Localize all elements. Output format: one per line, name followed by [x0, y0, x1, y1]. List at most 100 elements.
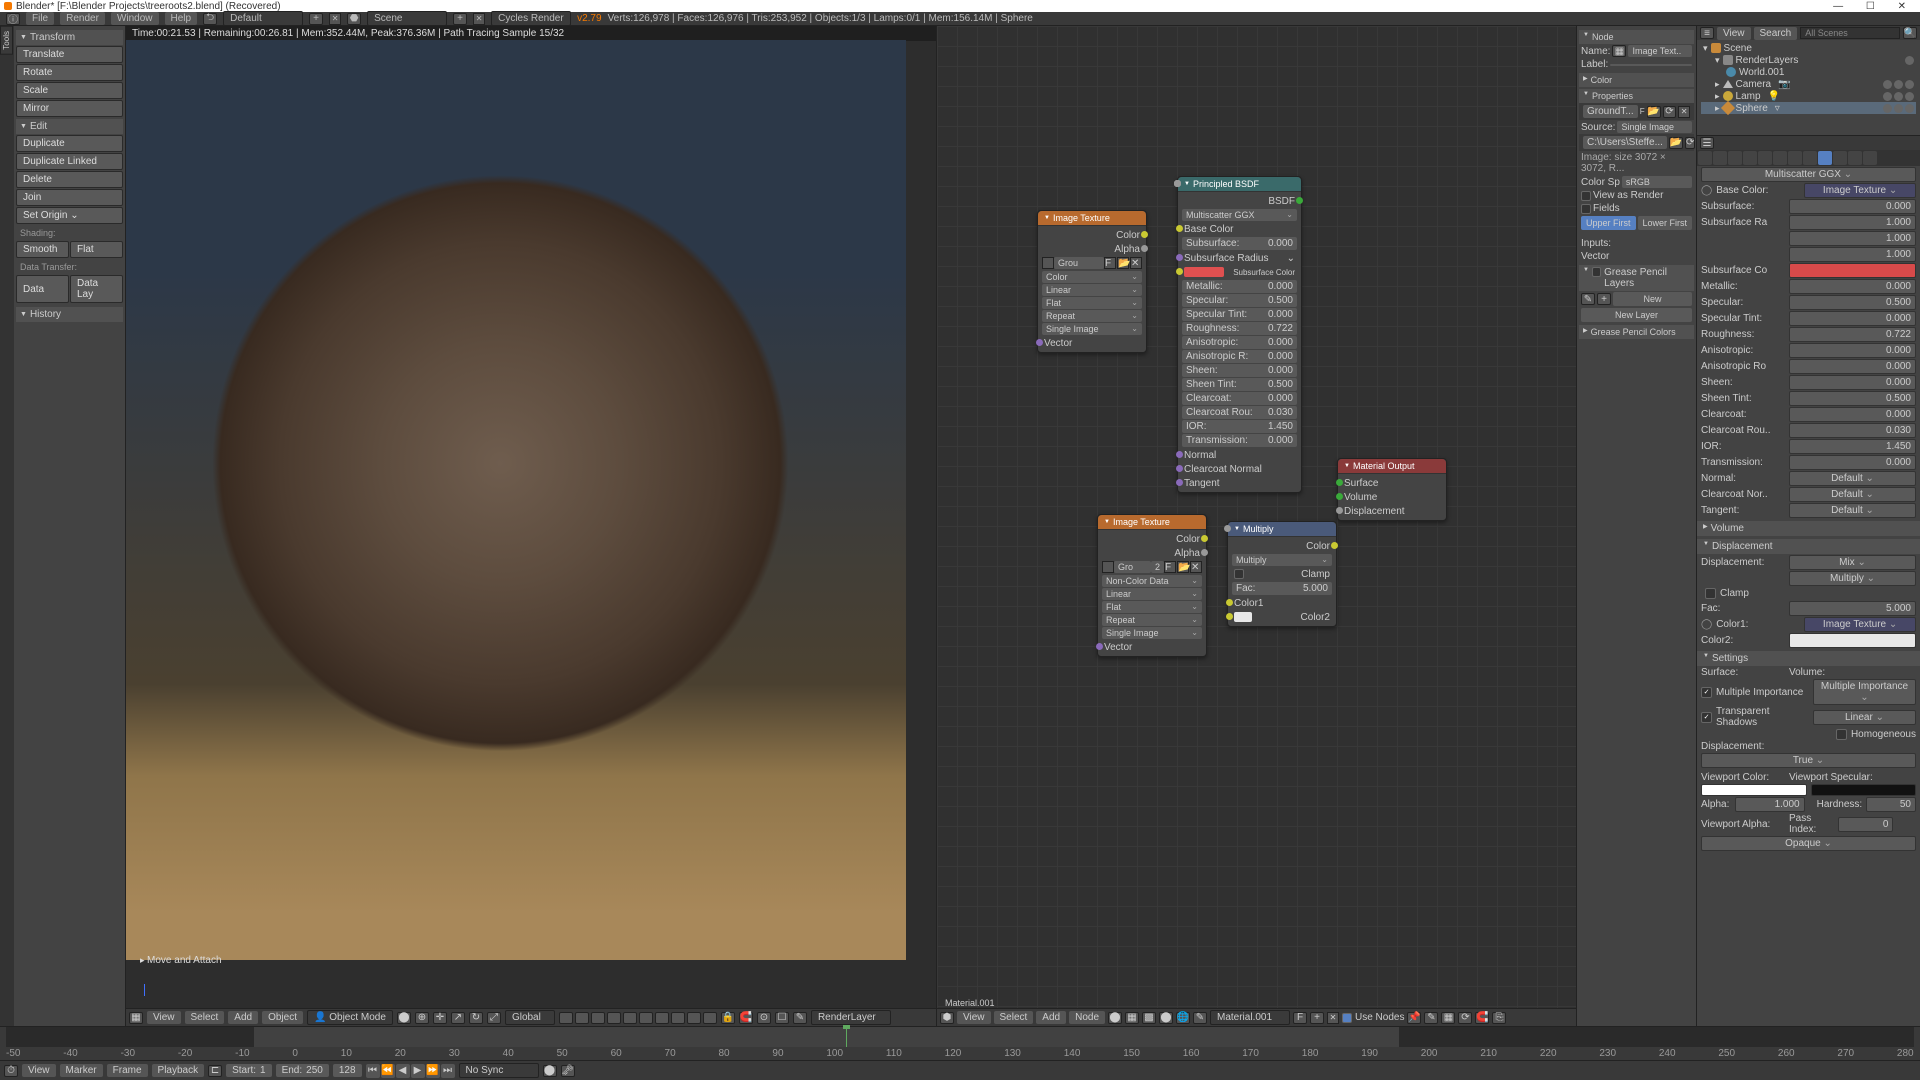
source-select[interactable]: Single Image	[1102, 627, 1202, 639]
delete-scene-button[interactable]: ✕	[473, 13, 485, 25]
normal-select[interactable]: Default	[1789, 471, 1916, 486]
node-editor[interactable]: Image Texture Color Alpha Grou F📂✕ Color…	[936, 26, 1576, 1026]
playback-menu[interactable]: Playback	[152, 1064, 205, 1077]
edit-panel-header[interactable]: Edit	[16, 119, 123, 134]
layer-buttons[interactable]	[559, 1012, 717, 1024]
minimize-button[interactable]: —	[1833, 1, 1843, 12]
sheen-tint-field[interactable]: Sheen Tint:0.500	[1182, 378, 1297, 391]
extension-select[interactable]: Repeat	[1102, 614, 1202, 626]
use-nodes-checkbox[interactable]	[1342, 1013, 1352, 1023]
bc-chip[interactable]: GroundT...	[1583, 105, 1638, 118]
object-tab[interactable]	[1758, 151, 1772, 165]
copy-icon[interactable]: ⎘	[1492, 1012, 1506, 1024]
jump-end-button[interactable]: ⏭	[441, 1064, 455, 1078]
editor-type-icon[interactable]: ⏱	[4, 1065, 18, 1077]
sheen-field[interactable]: 0.000	[1789, 375, 1916, 390]
f-icon[interactable]: F	[1104, 257, 1116, 269]
select-menu[interactable]: Select	[185, 1011, 225, 1024]
colorspace-select[interactable]: Non-Color Data	[1102, 575, 1202, 587]
color-socket[interactable]	[1141, 231, 1148, 238]
transmission-field[interactable]: Transmission:0.000	[1182, 434, 1297, 447]
alpha-socket[interactable]	[1141, 245, 1148, 252]
source-select[interactable]: Single Image	[1617, 121, 1692, 133]
select-menu[interactable]: Select	[994, 1011, 1034, 1024]
homogeneous-checkbox[interactable]	[1836, 729, 1847, 740]
browse-icon[interactable]	[1042, 257, 1054, 269]
add-icon[interactable]: +	[1310, 1012, 1324, 1024]
node-menu[interactable]: Node	[1069, 1011, 1105, 1024]
outliner-camera[interactable]: ▸ Camera📷	[1701, 78, 1916, 90]
volume-section[interactable]: Volume	[1697, 521, 1920, 536]
image-texture-node-2[interactable]: Image Texture Color Alpha Gro 2 F📂✕ Non-…	[1097, 514, 1207, 657]
displacement-method-select[interactable]: True	[1701, 753, 1916, 768]
settings-section[interactable]: Settings	[1697, 651, 1920, 666]
world-tab[interactable]	[1743, 151, 1757, 165]
object-mat-icon[interactable]: ⬤	[1159, 1012, 1173, 1024]
subsurface-color-swatch[interactable]	[1789, 263, 1916, 278]
blend-method-select[interactable]: Opaque	[1701, 836, 1916, 851]
gp-colors-header[interactable]: Grease Pencil Colors	[1579, 325, 1694, 339]
fac-field[interactable]: Fac:5.000	[1232, 582, 1332, 595]
data-layout-button[interactable]: Data Lay	[70, 275, 123, 303]
sync-mode-dropdown[interactable]: No Sync	[459, 1063, 539, 1078]
mirror-button[interactable]: Mirror	[16, 100, 123, 117]
node-header[interactable]: Image Texture	[1098, 515, 1206, 530]
unlink-icon[interactable]: ✕	[1190, 561, 1202, 573]
back-icon[interactable]: ⮌	[203, 13, 217, 25]
scale-button[interactable]: Scale	[16, 82, 123, 99]
color2-swatch[interactable]	[1789, 633, 1916, 648]
ior-field[interactable]: IOR:1.450	[1182, 420, 1297, 433]
transmission-field[interactable]: 0.000	[1789, 455, 1916, 470]
icon-btn[interactable]: +	[309, 13, 323, 25]
metallic-field[interactable]: Metallic:0.000	[1182, 280, 1297, 293]
bsdf-socket[interactable]	[1296, 197, 1303, 204]
new-layer-button[interactable]: New Layer	[1581, 308, 1692, 322]
timeline[interactable]: -50-40-30-20-100102030405060708090100110…	[0, 1026, 1920, 1060]
blend-mode-select[interactable]: Multiply	[1232, 554, 1332, 566]
clearcoat-roughness-field[interactable]: 0.030	[1789, 423, 1916, 438]
displacement-section[interactable]: Displacement	[1697, 539, 1920, 554]
duplicate-linked-button[interactable]: Duplicate Linked	[16, 153, 123, 170]
alpha-field[interactable]: 1.000	[1735, 797, 1805, 812]
manipulator-translate-icon[interactable]: ↗	[451, 1012, 465, 1024]
new-button[interactable]: New	[1613, 292, 1692, 306]
end-frame-field[interactable]: End:250	[276, 1064, 329, 1077]
material-tab[interactable]	[1818, 151, 1832, 165]
editor-type-icon[interactable]: ☰	[1700, 137, 1714, 149]
subsurface-field[interactable]: 0.000	[1789, 199, 1916, 214]
auto-render-icon[interactable]: ⟳	[1458, 1012, 1472, 1024]
tools-tab[interactable]: Tools	[0, 26, 13, 55]
shader-type-icon[interactable]: ⬤	[1108, 1012, 1122, 1024]
roughness-field[interactable]: Roughness:0.722	[1182, 322, 1297, 335]
orientation-dropdown[interactable]: Global	[505, 1010, 555, 1025]
scene-dropdown[interactable]: Scene	[367, 11, 447, 26]
sheen-tint-field[interactable]: 0.500	[1789, 391, 1916, 406]
outliner-renderlayers[interactable]: ▾ RenderLayers	[1701, 54, 1916, 66]
viewport-specular-swatch[interactable]	[1811, 784, 1917, 796]
metallic-field[interactable]: 0.000	[1789, 279, 1916, 294]
node-header[interactable]: Principled BSDF	[1178, 177, 1301, 192]
outliner-scene[interactable]: ▾ Scene	[1701, 42, 1916, 54]
window-menu[interactable]: Window	[111, 12, 159, 25]
proportional-icon[interactable]: ⊙	[757, 1012, 771, 1024]
viewport-shading-icon[interactable]: ⬤	[397, 1012, 411, 1024]
view-as-render-checkbox[interactable]	[1581, 191, 1591, 201]
range-icon[interactable]: ⊏	[208, 1065, 222, 1077]
open-icon[interactable]: 📂	[1647, 106, 1661, 118]
projection-select[interactable]: Flat	[1102, 601, 1202, 613]
render-tab[interactable]	[1698, 151, 1712, 165]
fields-checkbox[interactable]	[1581, 204, 1591, 214]
editor-type-icon[interactable]: ≡	[1700, 27, 1714, 39]
render-menu[interactable]: Render	[60, 12, 105, 25]
scene-icon[interactable]: ⬣	[347, 13, 361, 25]
render-engine-dropdown[interactable]: Cycles Render	[491, 11, 571, 26]
outliner-sphere[interactable]: ▸ Sphere▿	[1701, 102, 1916, 114]
smooth-button[interactable]: Smooth	[16, 241, 69, 258]
outliner-world[interactable]: World.001	[1701, 66, 1916, 78]
surface-socket[interactable]	[1336, 479, 1343, 486]
anisotropic-field[interactable]: 0.000	[1789, 343, 1916, 358]
translate-button[interactable]: Translate	[16, 46, 123, 63]
f-icon[interactable]: F	[1164, 561, 1176, 573]
texture-icon[interactable]: ▩	[1142, 1012, 1156, 1024]
flat-button[interactable]: Flat	[70, 241, 123, 258]
